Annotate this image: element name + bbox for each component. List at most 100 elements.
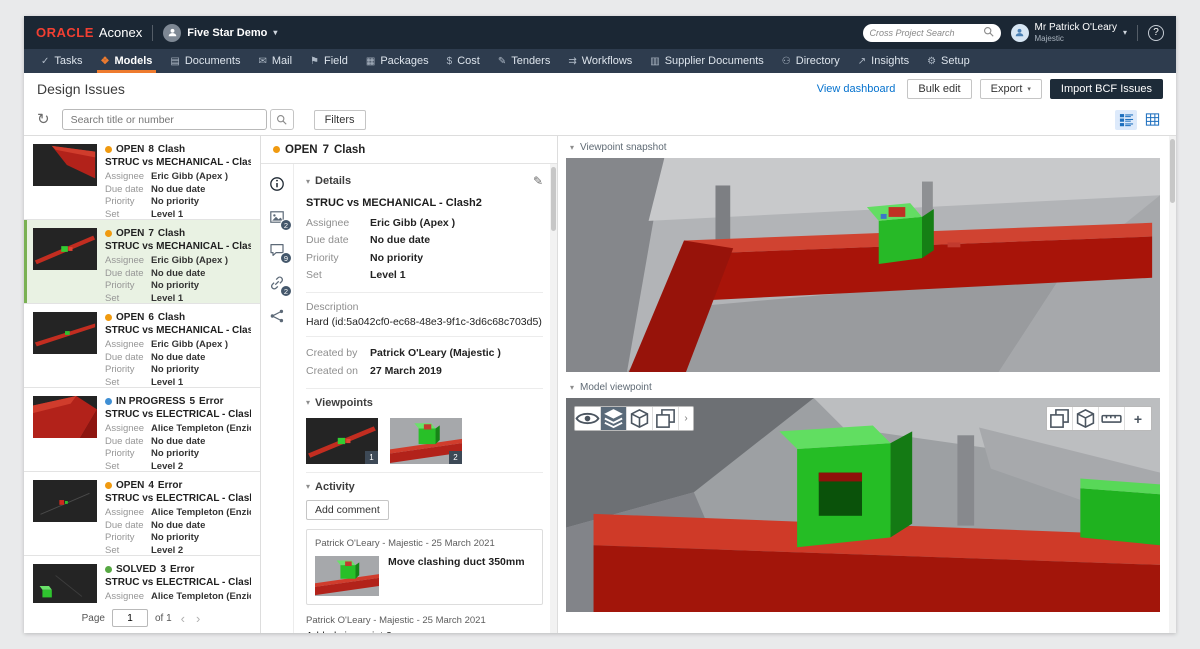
scrollbar-thumb[interactable] — [1170, 139, 1175, 203]
issue-list-item[interactable]: OPEN6ClashSTRUC vs MECHANICAL - Clash1As… — [24, 304, 260, 388]
status-dot — [273, 146, 280, 153]
nav-item-label: Directory — [796, 55, 840, 67]
activity-section-header[interactable]: ▾ Activity — [306, 481, 543, 493]
issue-number: 3 — [160, 564, 166, 575]
cross-project-search-input[interactable] — [870, 28, 979, 38]
page-header: Design Issues View dashboard Bulk edit E… — [24, 73, 1176, 104]
card-view-button[interactable] — [1115, 110, 1137, 130]
nav-item-documents[interactable]: ▤Documents — [161, 49, 249, 73]
nav-item-setup[interactable]: ⚙Setup — [918, 49, 979, 73]
right-scrollbar[interactable] — [1169, 136, 1176, 633]
issue-meta: IN PROGRESS5ErrorSTRUC vs ELECTRICAL - C… — [105, 396, 251, 463]
viewpoints-section-header[interactable]: ▾ Viewpoints — [306, 397, 543, 409]
add-comment-button[interactable]: Add comment — [306, 500, 389, 520]
viewpoints-icon[interactable]: 2 — [269, 209, 285, 225]
detail-scrollbar[interactable] — [550, 164, 557, 633]
nav-item-cost[interactable]: $Cost — [438, 49, 489, 73]
layers-button[interactable] — [601, 407, 627, 430]
prev-page-icon[interactable]: ‹ — [179, 611, 187, 626]
refresh-icon[interactable]: ↻ — [37, 112, 50, 127]
comments-icon[interactable]: 9 — [269, 242, 285, 258]
nav-item-directory[interactable]: ⚇ Directory — [773, 49, 849, 73]
page-title: Design Issues — [37, 81, 125, 97]
viewpoint-thumbnail[interactable]: 1 — [306, 418, 378, 464]
details-section-header[interactable]: ▾ Details ✎ — [306, 174, 543, 188]
next-page-icon[interactable]: › — [194, 611, 202, 626]
viewpoint-snapshot-image — [566, 158, 1160, 372]
field-label: Due date — [105, 352, 151, 365]
edit-icon[interactable]: ✎ — [533, 174, 543, 188]
project-selector[interactable]: Five Star Demo ▾ — [163, 24, 277, 42]
nav-item-insights[interactable]: ↗Insights — [849, 49, 918, 73]
info-icon[interactable] — [269, 176, 285, 192]
field-label: Due date — [105, 520, 151, 533]
model-viewport[interactable]: › + — [566, 398, 1160, 612]
issue-field: Due dateNo due date — [105, 184, 251, 197]
scrollbar-thumb[interactable] — [551, 167, 556, 231]
objects-button[interactable] — [653, 407, 679, 430]
nav-item-workflows[interactable]: ⇉Workflows — [559, 49, 641, 73]
issue-list-item[interactable]: OPEN4ErrorSTRUC vs ELECTRICAL - Clash3As… — [24, 472, 260, 556]
zoom-in-button[interactable]: + — [1125, 407, 1151, 430]
issue-list-item[interactable]: OPEN7ClashSTRUC vs MECHANICAL - Clash2As… — [24, 220, 260, 304]
cube-view-button[interactable] — [1073, 407, 1099, 430]
nav-item-label: Workflows — [582, 55, 633, 67]
snapshot-section-header[interactable]: ▾ Viewpoint snapshot — [558, 136, 1176, 158]
bulk-edit-button[interactable]: Bulk edit — [907, 79, 971, 99]
mail-icon: ✉ — [258, 56, 266, 67]
issue-list-panel: OPEN8ClashSTRUC vs MECHANICAL - Clash3As… — [24, 136, 261, 633]
export-button[interactable]: Export▾ — [980, 79, 1042, 99]
visibility-eye-button[interactable] — [575, 407, 601, 430]
issue-search — [62, 109, 294, 130]
issue-title: STRUC vs MECHANICAL - Clash1 — [105, 325, 251, 336]
page-label: Page — [82, 613, 105, 624]
comment-text: Move clashing duct 350mm — [388, 556, 525, 568]
nav-item-tasks[interactable]: ✓Tasks — [32, 49, 92, 73]
nav-item-supplier-documents[interactable]: ▥Supplier Documents — [641, 49, 773, 73]
tenders-icon: ✎ — [498, 56, 506, 67]
nav-item-tenders[interactable]: ✎Tenders — [489, 49, 560, 73]
help-icon[interactable]: ? — [1148, 25, 1164, 41]
directory-icon: ⚇ — [782, 56, 791, 67]
issue-field: PriorityNo priority — [105, 364, 251, 377]
field-label: Due date — [105, 184, 151, 197]
search-button[interactable] — [270, 109, 294, 130]
nav-item-field[interactable]: ⚑Field — [301, 49, 357, 73]
issue-status: OPEN — [116, 312, 144, 323]
table-view-button[interactable] — [1141, 110, 1163, 130]
page-of-label: of 1 — [155, 613, 172, 624]
nav-item-models[interactable]: ❖Models — [92, 49, 162, 73]
field-value: Eric Gibb (Apex ) — [370, 215, 455, 232]
copy-view-button[interactable] — [1047, 407, 1073, 430]
view-dashboard-link[interactable]: View dashboard — [817, 83, 896, 95]
divider — [306, 388, 543, 389]
issue-list-item[interactable]: IN PROGRESS5ErrorSTRUC vs ELECTRICAL - C… — [24, 388, 260, 472]
more-tools-icon[interactable]: › — [679, 407, 693, 430]
issue-field: AssigneeEric Gibb (Apex ) — [105, 339, 251, 352]
issue-search-input[interactable] — [62, 109, 267, 130]
detail-field: Created on27 March 2019 — [306, 363, 543, 380]
field-label: Created on — [306, 363, 370, 380]
user-menu[interactable]: Mr Patrick O'Leary Majestic ▾ — [1011, 22, 1128, 43]
import-bcf-button[interactable]: Import BCF Issues — [1050, 79, 1163, 99]
main-nav: ✓Tasks❖Models▤Documents✉Mail⚑Field▦Packa… — [24, 49, 1176, 73]
viewpoint-thumbnail[interactable]: 2 — [390, 418, 462, 464]
section-cube-button[interactable] — [627, 407, 653, 430]
field-label: Assignee — [306, 215, 370, 232]
links-icon[interactable]: 2 — [269, 275, 285, 291]
issue-list-item[interactable]: SOLVED3ErrorSTRUC vs ELECTRICAL - Clash2… — [24, 556, 260, 603]
nav-item-mail[interactable]: ✉Mail — [249, 49, 301, 73]
page-input[interactable] — [112, 609, 148, 627]
filters-button[interactable]: Filters — [314, 110, 366, 130]
model-section-header[interactable]: ▾ Model viewpoint — [558, 376, 1176, 398]
share-icon[interactable] — [269, 308, 285, 324]
export-label: Export — [991, 83, 1023, 95]
measure-button[interactable] — [1099, 407, 1125, 430]
issue-list-item[interactable]: OPEN8ClashSTRUC vs MECHANICAL - Clash3As… — [24, 136, 260, 220]
nav-item-packages[interactable]: ▦Packages — [357, 49, 438, 73]
issue-status: IN PROGRESS — [116, 396, 185, 407]
field-value: Eric Gibb (Apex ) — [151, 255, 228, 268]
issue-thumbnail — [33, 396, 97, 438]
search-icon[interactable] — [983, 24, 994, 42]
issue-title: STRUC vs ELECTRICAL - Clash3 — [105, 493, 251, 504]
